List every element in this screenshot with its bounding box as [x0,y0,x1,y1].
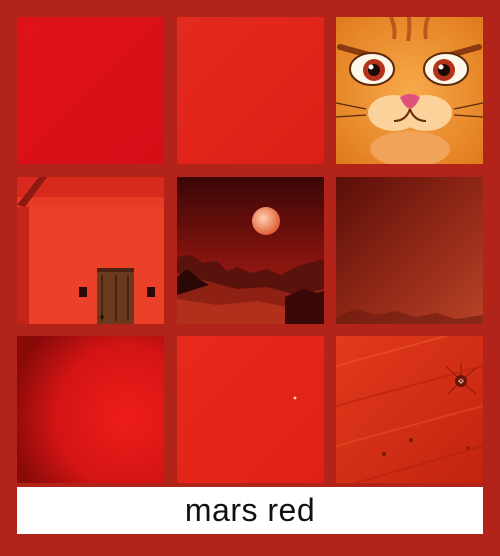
caption-label-box: mars red [17,487,483,534]
caption-text: mars red [184,492,316,528]
deep-red-gradient-image [17,336,164,483]
red-moon-desert-image [177,177,324,324]
swatch-light-red [177,17,324,164]
cat-face-image [336,17,483,164]
dark-red-gradient-image [336,177,483,324]
red-wood-image [336,336,483,483]
swatch-flat-red [17,17,164,164]
red-house-image [17,177,164,324]
red-texture-image [177,336,324,483]
